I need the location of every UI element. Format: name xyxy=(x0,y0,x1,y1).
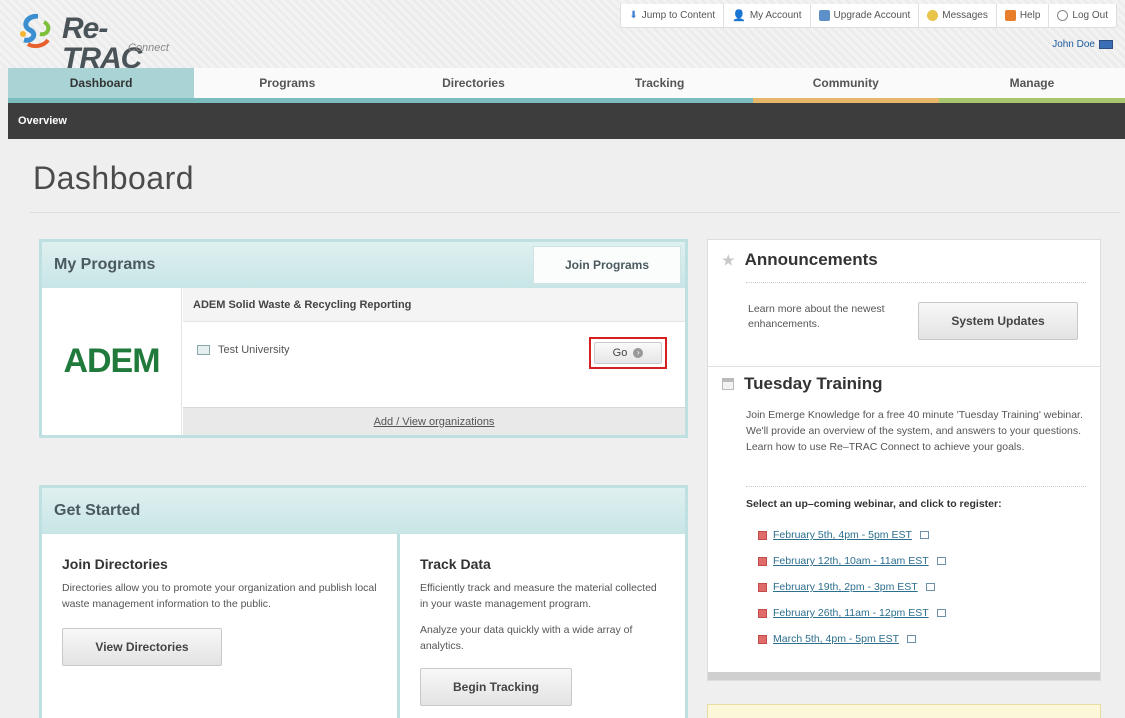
calendar-icon xyxy=(758,556,767,566)
join-directories-section: Join Directories Directories allow you t… xyxy=(42,534,400,718)
webinar-list: February 5th, 4pm - 5pm EST February 12t… xyxy=(758,522,946,652)
logout-icon xyxy=(1057,10,1069,21)
program-name: ADEM Solid Waste & Recycling Reporting xyxy=(183,288,685,322)
help-label: Help xyxy=(1019,10,1041,21)
upgrade-icon xyxy=(818,10,830,21)
tab-directories[interactable]: Directories xyxy=(380,68,567,103)
webinar-date: March 5th, 4pm - 5pm EST xyxy=(773,633,900,645)
training-divider xyxy=(746,486,1086,487)
sub-nav: Overview xyxy=(8,103,1125,146)
external-link-icon xyxy=(925,583,935,591)
subnav-overview[interactable]: Overview xyxy=(18,115,67,146)
webinar-date: February 26th, 11am - 12pm EST xyxy=(773,607,929,619)
log-out-label: Log Out xyxy=(1072,10,1108,21)
upgrade-account-link[interactable]: Upgrade Account xyxy=(809,4,919,27)
announcements-header: ★ Announcements xyxy=(708,250,878,270)
tab-manage[interactable]: Manage xyxy=(938,68,1125,103)
calendar-icon xyxy=(758,530,767,540)
training-title: Tuesday Training xyxy=(744,374,883,393)
calendar-icon xyxy=(758,582,767,592)
my-account-link[interactable]: 👤 My Account xyxy=(723,4,809,27)
training-text: Join Emerge Knowledge for a free 40 minu… xyxy=(746,409,1083,453)
top-utility-bar: ⬇ Jump to Content 👤 My Account Upgrade A… xyxy=(620,4,1117,28)
join-directories-text: Directories allow you to promote your or… xyxy=(62,582,377,610)
down-arrow-icon: ⬇ xyxy=(629,10,638,21)
my-account-label: My Account xyxy=(749,10,802,21)
help-icon xyxy=(1004,10,1016,21)
webinar-link[interactable]: February 5th, 4pm - 5pm EST xyxy=(758,522,946,548)
webinar-link[interactable]: February 12th, 10am - 11am EST xyxy=(758,548,946,574)
track-data-section: Track Data Efficiently track and measure… xyxy=(400,534,685,706)
go-label: Go xyxy=(612,347,628,359)
organization-row: Test University xyxy=(197,344,290,356)
announcements-text: Learn more about the newest enhancements… xyxy=(748,303,885,330)
external-link-icon xyxy=(936,609,946,617)
messages-label: Messages xyxy=(942,10,988,21)
main-nav: Dashboard Programs Directories Tracking … xyxy=(8,68,1125,103)
upgrade-account-label: Upgrade Account xyxy=(833,10,911,21)
adem-logo-text: ADEM xyxy=(63,342,160,380)
webinar-date: February 5th, 4pm - 5pm EST xyxy=(773,529,912,541)
training-header: Tuesday Training xyxy=(708,374,883,394)
sidebar-panel: ★ Announcements Learn more about the new… xyxy=(707,239,1101,681)
external-link-icon xyxy=(919,531,929,539)
join-programs-button[interactable]: Join Programs xyxy=(533,246,681,284)
star-icon: ★ xyxy=(722,251,735,268)
webinar-link[interactable]: February 26th, 11am - 12pm EST xyxy=(758,600,946,626)
panel-footer-bar xyxy=(708,672,1100,680)
notice-box xyxy=(707,704,1101,718)
organization-icon xyxy=(197,345,210,355)
title-divider xyxy=(30,212,1120,213)
messages-link[interactable]: Messages xyxy=(918,4,996,27)
calendar-icon xyxy=(758,634,767,644)
current-user[interactable]: John Doe xyxy=(1052,39,1113,50)
external-link-icon xyxy=(907,635,917,643)
get-started-title: Get Started xyxy=(42,488,685,534)
begin-tracking-button[interactable]: Begin Tracking xyxy=(420,668,572,706)
tab-tracking[interactable]: Tracking xyxy=(566,68,753,103)
calendar-icon xyxy=(722,378,734,390)
announcements-row: Learn more about the newest enhancements… xyxy=(748,302,1078,342)
webinar-date: February 19th, 2pm - 3pm EST xyxy=(773,581,918,593)
webinar-date: February 12th, 10am - 11am EST xyxy=(773,555,929,567)
arrow-right-icon: › xyxy=(633,348,644,358)
tab-dashboard[interactable]: Dashboard xyxy=(8,68,195,103)
header: Re-TRAC Connect ⬇ Jump to Content 👤 My A… xyxy=(0,0,1125,74)
view-directories-button[interactable]: View Directories xyxy=(62,628,222,666)
retrac-logo[interactable]: Re-TRAC Connect xyxy=(18,10,178,74)
user-icon: 👤 xyxy=(732,10,746,22)
system-updates-button[interactable]: System Updates xyxy=(918,302,1078,340)
external-link-icon xyxy=(936,557,946,565)
organization-name: Test University xyxy=(218,344,290,356)
chat-bubble-icon xyxy=(927,10,939,21)
webinar-link[interactable]: February 19th, 2pm - 3pm EST xyxy=(758,574,946,600)
flag-icon xyxy=(1099,40,1113,49)
my-programs-panel: My Programs Join Programs ADEM ADEM Soli… xyxy=(39,239,688,438)
page-title: Dashboard xyxy=(33,160,195,196)
logo-mark-icon xyxy=(20,14,51,49)
select-webinar-label: Select an up–coming webinar, and click t… xyxy=(746,498,1002,510)
jump-to-content-link[interactable]: ⬇ Jump to Content xyxy=(621,4,723,27)
logo-tagline: Connect xyxy=(128,42,169,54)
add-view-organizations-link[interactable]: Add / View organizations xyxy=(183,407,685,435)
go-button[interactable]: Go › xyxy=(594,342,662,364)
user-name-label: John Doe xyxy=(1052,39,1095,50)
tab-programs[interactable]: Programs xyxy=(194,68,381,103)
go-button-highlight: Go › xyxy=(589,337,667,369)
analyze-data-text: Analyze your data quickly with a wide ar… xyxy=(420,624,633,652)
track-data-heading: Track Data xyxy=(420,556,491,572)
log-out-link[interactable]: Log Out xyxy=(1048,4,1116,27)
announcements-title: Announcements xyxy=(744,250,878,269)
get-started-panel: Get Started Join Directories Directories… xyxy=(39,485,688,718)
track-data-text: Efficiently track and measure the materi… xyxy=(420,582,657,610)
section-separator xyxy=(708,366,1100,367)
announcements-divider xyxy=(746,282,1086,283)
jump-to-content-label: Jump to Content xyxy=(641,10,716,21)
program-logo[interactable]: ADEM xyxy=(42,288,182,435)
webinar-link[interactable]: March 5th, 4pm - 5pm EST xyxy=(758,626,946,652)
join-directories-heading: Join Directories xyxy=(62,556,168,572)
calendar-icon xyxy=(758,608,767,618)
tab-community[interactable]: Community xyxy=(752,68,939,103)
help-link[interactable]: Help xyxy=(995,4,1049,27)
